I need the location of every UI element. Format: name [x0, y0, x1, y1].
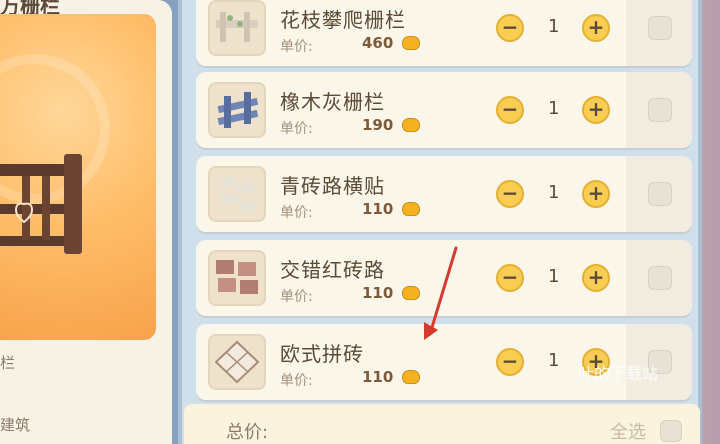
total-price-label: 总价:: [226, 422, 269, 443]
item-name: 花枝攀爬栅栏: [280, 8, 406, 32]
select-checkbox[interactable]: [648, 182, 672, 206]
total-bar: 总价: 全选: [184, 404, 700, 444]
decrease-button[interactable]: −: [496, 348, 524, 376]
preview-image: [0, 14, 156, 340]
quantity-value: 1: [548, 16, 560, 37]
select-area: [626, 72, 692, 148]
quantity-value: 1: [548, 350, 560, 371]
select-all-label[interactable]: 全选: [610, 418, 646, 444]
select-checkbox[interactable]: [648, 266, 672, 290]
item-price: 110: [362, 200, 394, 218]
decrease-button[interactable]: −: [496, 96, 524, 124]
list-item[interactable]: 青砖路横贴 单价: 110 − 1 +: [196, 156, 692, 232]
increase-button[interactable]: +: [582, 96, 610, 124]
unit-price-label: 单价:: [280, 205, 313, 221]
quantity-value: 1: [548, 266, 560, 287]
watermark: 叶的下载站: [578, 364, 659, 383]
quantity-value: 1: [548, 98, 560, 119]
brick-path-icon: [208, 166, 266, 222]
item-price: 190: [362, 116, 394, 134]
unit-price-label: 单价:: [280, 121, 313, 137]
increase-button[interactable]: +: [582, 180, 610, 208]
select-checkbox[interactable]: [648, 16, 672, 40]
quantity-value: 1: [548, 182, 560, 203]
coin-icon: [402, 36, 420, 50]
decrease-button[interactable]: −: [496, 14, 524, 42]
unit-price-label: 单价:: [280, 39, 313, 55]
decrease-button[interactable]: −: [496, 180, 524, 208]
item-name: 青砖路横贴: [280, 174, 385, 198]
increase-button[interactable]: +: [582, 264, 610, 292]
coin-icon: [402, 118, 420, 132]
list-item[interactable]: 花枝攀爬栅栏 单价: 460 − 1 +: [196, 0, 692, 66]
select-checkbox[interactable]: [648, 98, 672, 122]
tile-icon: [208, 334, 266, 390]
item-preview-panel: 万栅栏 栏 建筑: [0, 0, 172, 444]
select-area: [626, 240, 692, 316]
decrease-button[interactable]: −: [496, 264, 524, 292]
category-label[interactable]: 栏: [0, 352, 15, 373]
item-name: 橡木灰栅栏: [280, 90, 385, 114]
list-item[interactable]: 交错红砖路 单价: 110 − 1 +: [196, 240, 692, 316]
fence-preview-icon: [0, 154, 82, 254]
item-price: 110: [362, 368, 394, 386]
fence-flower-icon: [208, 0, 266, 56]
item-price: 110: [362, 284, 394, 302]
item-name: 欧式拼砖: [280, 342, 364, 366]
select-area: [626, 0, 692, 66]
category-label[interactable]: 建筑: [0, 414, 30, 435]
item-name: 交错红砖路: [280, 258, 385, 282]
increase-button[interactable]: +: [582, 14, 610, 42]
select-area: [626, 156, 692, 232]
unit-price-label: 单价:: [280, 289, 313, 305]
fence-oak-icon: [208, 82, 266, 138]
coin-icon: [402, 370, 420, 384]
coin-icon: [402, 286, 420, 300]
coin-icon: [402, 202, 420, 216]
select-all-checkbox[interactable]: [660, 420, 682, 442]
red-brick-icon: [208, 250, 266, 306]
list-item[interactable]: 橡木灰栅栏 单价: 190 − 1 +: [196, 72, 692, 148]
item-price: 460: [362, 34, 394, 52]
unit-price-label: 单价:: [280, 373, 313, 389]
